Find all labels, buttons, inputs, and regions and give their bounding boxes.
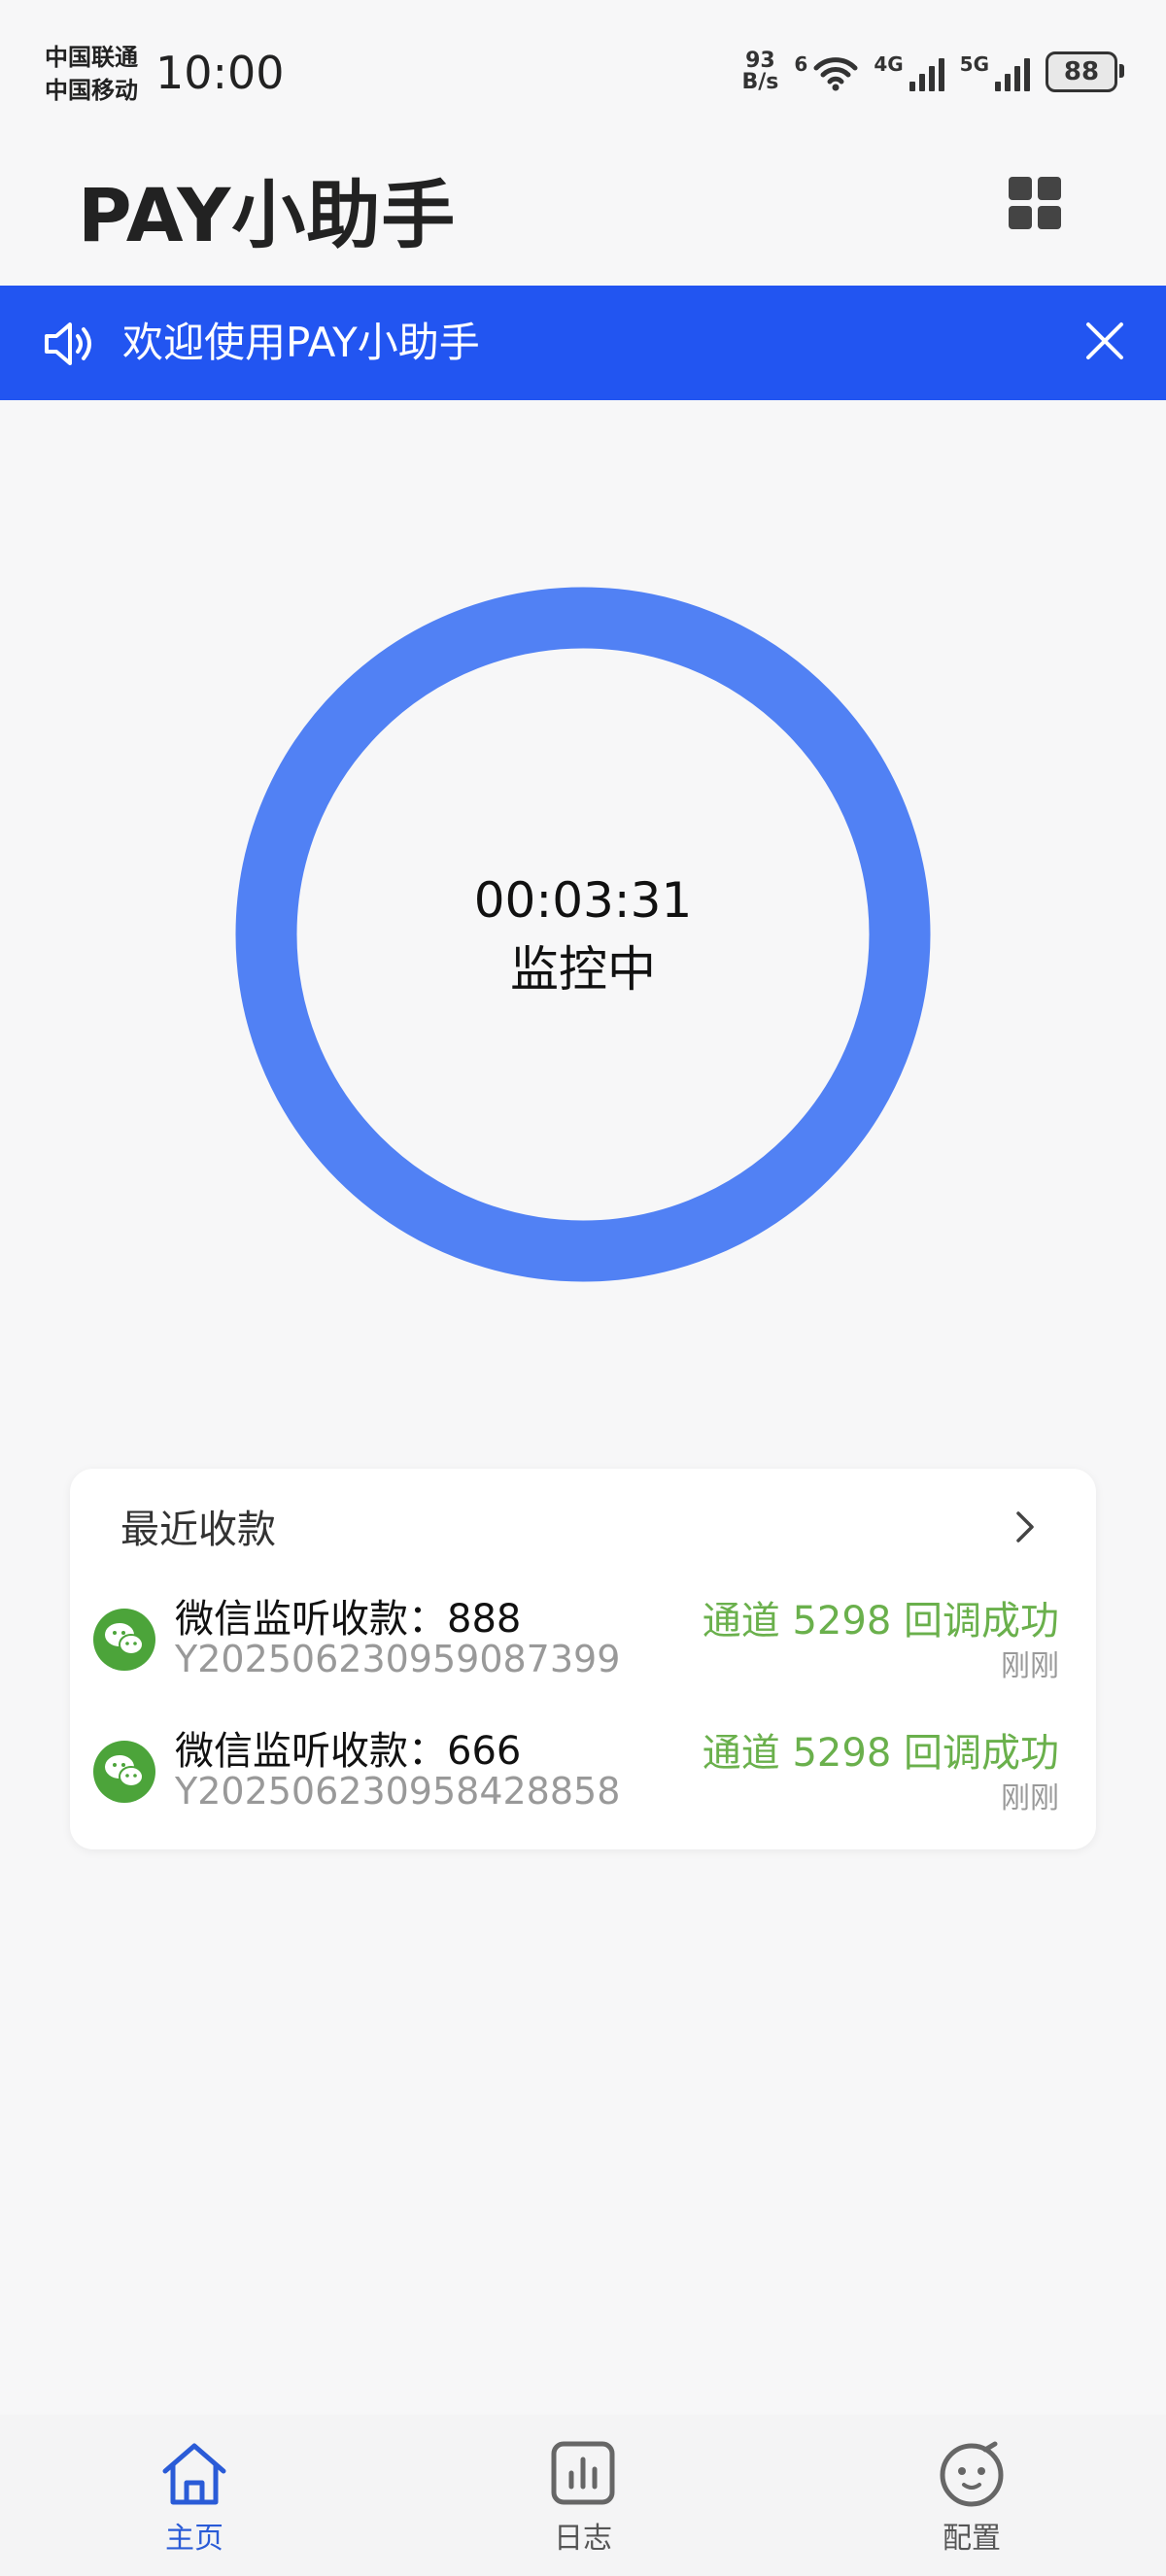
nav-item-home[interactable]: 主页 bbox=[117, 2440, 272, 2557]
wifi-icon: 6 bbox=[794, 52, 858, 91]
status-time: 10:00 bbox=[155, 47, 285, 99]
banner-text: 欢迎使用PAY小助手 bbox=[122, 319, 480, 366]
monitor-timer: 00:03:31 bbox=[473, 872, 693, 929]
notice-banner: 欢迎使用PAY小助手 bbox=[0, 286, 1166, 400]
wechat-icon bbox=[93, 1741, 155, 1803]
payment-time: 刚刚 bbox=[1001, 1649, 1059, 1683]
chart-icon bbox=[551, 2441, 615, 2505]
smile-icon bbox=[940, 2441, 1004, 2507]
status-bar: 中国联通 中国移动 10:00 93 B/s 6 4G 5G 88 bbox=[0, 0, 1166, 146]
payment-order-id: Y202506230958428858 bbox=[175, 1770, 621, 1813]
status-indicators: 93 B/s 6 4G 5G 88 bbox=[741, 49, 1124, 94]
payment-result: 通道 5298 回调成功 bbox=[702, 1599, 1059, 1644]
carrier-1: 中国联通 bbox=[45, 44, 138, 71]
payment-order-id: Y202506230959087399 bbox=[175, 1638, 621, 1680]
nav-label-config: 配置 bbox=[943, 2522, 1001, 2556]
payment-time: 刚刚 bbox=[1001, 1781, 1059, 1815]
grid-icon[interactable] bbox=[1009, 177, 1061, 229]
carrier-names: 中国联通 中国移动 bbox=[45, 41, 138, 107]
payment-title: 微信监听收款：666 bbox=[175, 1729, 522, 1774]
home-icon bbox=[162, 2443, 226, 2505]
close-icon[interactable] bbox=[1080, 317, 1129, 365]
recent-payments-card: 最近收款 微信监听收款：888 Y202506230959087399 通道 5… bbox=[70, 1469, 1096, 1849]
recent-title: 最近收款 bbox=[120, 1508, 276, 1552]
nav-item-config[interactable]: 配置 bbox=[894, 2440, 1049, 2557]
net-speed: 93 B/s bbox=[741, 49, 779, 94]
payment-title: 微信监听收款：888 bbox=[175, 1597, 522, 1642]
nav-label-logs: 日志 bbox=[554, 2522, 612, 2556]
carrier-2: 中国移动 bbox=[45, 77, 138, 104]
chevron-right-icon[interactable] bbox=[1011, 1508, 1040, 1546]
list-item[interactable]: 微信监听收款：666 Y202506230958428858 通道 5298 回… bbox=[70, 1708, 1096, 1824]
nav-label-home: 主页 bbox=[165, 2522, 223, 2556]
signal-4g-icon: 4G bbox=[874, 52, 944, 91]
speaker-icon bbox=[45, 322, 91, 365]
wechat-icon bbox=[93, 1609, 155, 1671]
monitor-status: 监控中 bbox=[510, 941, 656, 998]
payment-result: 通道 5298 回调成功 bbox=[702, 1731, 1059, 1776]
battery-indicator: 88 bbox=[1046, 51, 1124, 92]
bottom-nav: 主页 日志 配置 bbox=[0, 2415, 1166, 2576]
nav-item-logs[interactable]: 日志 bbox=[505, 2440, 661, 2557]
list-item[interactable]: 微信监听收款：888 Y202506230959087399 通道 5298 回… bbox=[70, 1576, 1096, 1692]
page-title: PAY小助手 bbox=[78, 172, 457, 258]
signal-5g-icon: 5G bbox=[960, 52, 1030, 91]
